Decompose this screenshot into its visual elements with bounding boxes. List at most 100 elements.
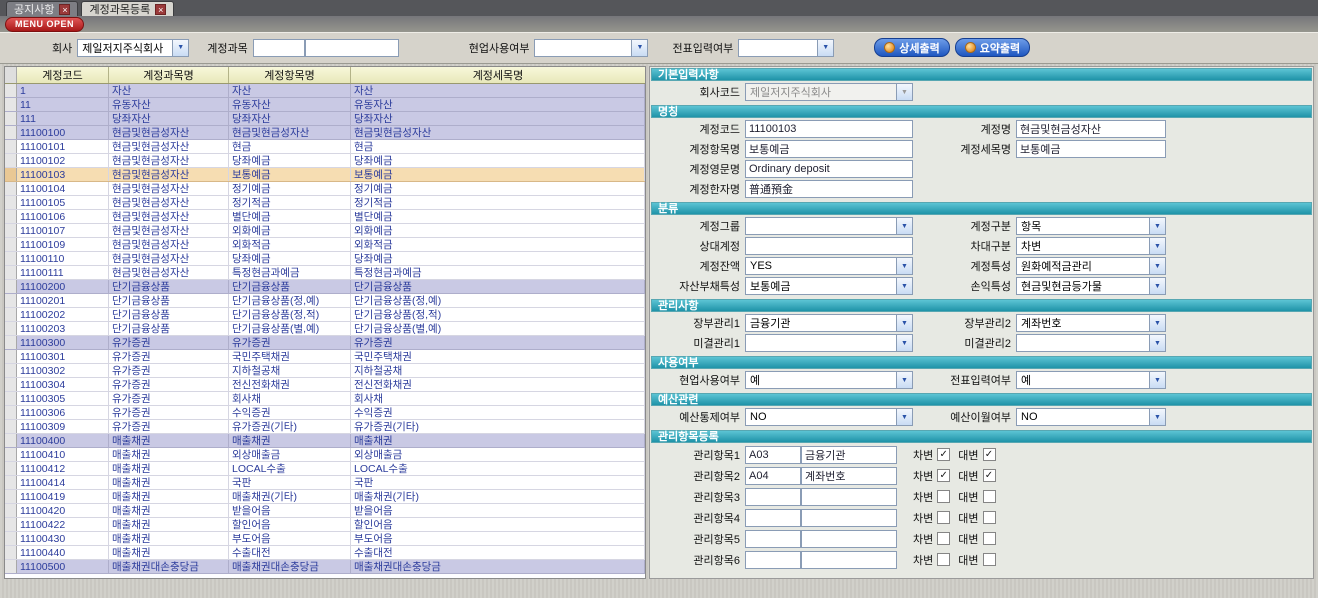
debit-checkbox[interactable] — [937, 553, 950, 566]
table-row[interactable]: 11100422매출채권할인어음할인어음 — [5, 518, 645, 532]
row-selector[interactable] — [5, 476, 17, 489]
table-row[interactable]: 11100440매출채권수출대전수출대전 — [5, 546, 645, 560]
table-row[interactable]: 111당좌자산당좌자산당좌자산 — [5, 112, 645, 126]
item-code-input[interactable]: A04 — [745, 467, 801, 485]
row-selector[interactable] — [5, 84, 17, 97]
row-selector[interactable] — [5, 210, 17, 223]
row-selector[interactable] — [5, 252, 17, 265]
row-selector[interactable] — [5, 434, 17, 447]
row-selector[interactable] — [5, 518, 17, 531]
item-name-input[interactable] — [801, 488, 897, 506]
row-selector[interactable] — [5, 532, 17, 545]
table-row[interactable]: 11100414매출채권국판국판 — [5, 476, 645, 490]
row-selector[interactable] — [5, 140, 17, 153]
close-icon[interactable]: × — [59, 4, 70, 15]
table-row[interactable]: 11100107현금및현금성자산외화예금외화예금 — [5, 224, 645, 238]
row-selector[interactable] — [5, 322, 17, 335]
table-row[interactable]: 11100102현금및현금성자산당좌예금당좌예금 — [5, 154, 645, 168]
menu-open-button[interactable]: MENU OPEN — [5, 17, 84, 32]
account-detail-field[interactable]: 보통예금 — [1016, 140, 1166, 158]
account-name-input[interactable] — [305, 39, 399, 57]
item-name-input[interactable] — [801, 530, 897, 548]
credit-checkbox[interactable] — [983, 532, 996, 545]
account-name-field[interactable]: 현금및현금성자산 — [1016, 120, 1166, 138]
credit-checkbox[interactable] — [983, 553, 996, 566]
field-장부관리1[interactable]: 금융기관▼ — [745, 314, 913, 332]
table-row[interactable]: 11100103현금및현금성자산보통예금보통예금 — [5, 168, 645, 182]
field-현업사용여부[interactable]: 예▼ — [745, 371, 913, 389]
row-selector[interactable] — [5, 168, 17, 181]
tab-account-register[interactable]: 계정과목등록 × — [81, 1, 174, 16]
field-계정잔액[interactable]: YES▼ — [745, 257, 913, 275]
table-row[interactable]: 11100104현금및현금성자산정기예금정기예금 — [5, 182, 645, 196]
row-selector[interactable] — [5, 266, 17, 279]
table-row[interactable]: 11100410매출채권외상매출금외상매출금 — [5, 448, 645, 462]
item-code-input[interactable]: A03 — [745, 446, 801, 464]
field-미결관리2[interactable]: ▼ — [1016, 334, 1166, 352]
table-row[interactable]: 11100305유가증권회사채회사채 — [5, 392, 645, 406]
table-row[interactable]: 11100419매출채권매출채권(기타)매출채권(기타) — [5, 490, 645, 504]
summary-print-button[interactable]: 요약출력 — [955, 38, 1030, 57]
field-손익특성[interactable]: 현금및현금등가물▼ — [1016, 277, 1166, 295]
row-selector[interactable] — [5, 392, 17, 405]
row-selector[interactable] — [5, 294, 17, 307]
table-row[interactable]: 11100109현금및현금성자산외화적금외화적금 — [5, 238, 645, 252]
item-name-input[interactable] — [801, 551, 897, 569]
item-code-input[interactable] — [745, 509, 801, 527]
field-미결관리1[interactable]: ▼ — [745, 334, 913, 352]
debit-checkbox[interactable]: ✓ — [937, 469, 950, 482]
tab-notice[interactable]: 공지사항 × — [6, 1, 78, 16]
table-row[interactable]: 11100304유가증권전신전화채권전신전화채권 — [5, 378, 645, 392]
row-selector[interactable] — [5, 126, 17, 139]
company-select[interactable]: 제일저지주식회사 ▼ — [77, 39, 189, 57]
row-selector[interactable] — [5, 560, 17, 573]
field-예산통제여부[interactable]: NO▼ — [745, 408, 913, 426]
account-hanja-field[interactable]: 普通預金 — [745, 180, 913, 198]
table-row[interactable]: 11100301유가증권국민주택채권국민주택채권 — [5, 350, 645, 364]
field-자산부채특성[interactable]: 보통예금▼ — [745, 277, 913, 295]
table-row[interactable]: 11100110현금및현금성자산당좌예금당좌예금 — [5, 252, 645, 266]
item-name-input[interactable]: 계좌번호 — [801, 467, 897, 485]
close-icon[interactable]: × — [155, 4, 166, 15]
credit-checkbox[interactable]: ✓ — [983, 469, 996, 482]
company-code-select[interactable]: 제일저지주식회사 ▼ — [745, 83, 913, 101]
table-row[interactable]: 1자산자산자산 — [5, 84, 645, 98]
field-장부관리2[interactable]: 계좌번호▼ — [1016, 314, 1166, 332]
row-selector[interactable] — [5, 350, 17, 363]
table-row[interactable]: 11100300유가증권유가증권유가증권 — [5, 336, 645, 350]
account-english-field[interactable]: Ordinary deposit — [745, 160, 913, 178]
row-selector[interactable] — [5, 308, 17, 321]
table-row[interactable]: 11100105현금및현금성자산정기적금정기적금 — [5, 196, 645, 210]
row-selector[interactable] — [5, 448, 17, 461]
table-row[interactable]: 11유동자산유동자산유동자산 — [5, 98, 645, 112]
account-code-input[interactable] — [253, 39, 305, 57]
table-row[interactable]: 11100309유가증권유가증권(기타)유가증권(기타) — [5, 420, 645, 434]
row-selector[interactable] — [5, 406, 17, 419]
credit-checkbox[interactable] — [983, 490, 996, 503]
field-차대구분[interactable]: 차변▼ — [1016, 237, 1166, 255]
table-row[interactable]: 11100430매출채권부도어음부도어음 — [5, 532, 645, 546]
table-row[interactable]: 11100400매출채권매출채권매출채권 — [5, 434, 645, 448]
table-row[interactable]: 11100420매출채권받을어음받을어음 — [5, 504, 645, 518]
item-code-input[interactable] — [745, 488, 801, 506]
row-selector[interactable] — [5, 364, 17, 377]
slip-entry-select[interactable]: ▼ — [738, 39, 834, 57]
credit-checkbox[interactable]: ✓ — [983, 448, 996, 461]
table-row[interactable]: 11100100현금및현금성자산현금및현금성자산현금및현금성자산 — [5, 126, 645, 140]
row-selector[interactable] — [5, 462, 17, 475]
table-row[interactable]: 11100201단기금융상품단기금융상품(정,예)단기금융상품(정,예) — [5, 294, 645, 308]
table-row[interactable]: 11100202단기금융상품단기금융상품(정,적)단기금융상품(정,적) — [5, 308, 645, 322]
table-row[interactable]: 11100203단기금융상품단기금융상품(별,예)단기금융상품(별,예) — [5, 322, 645, 336]
debit-checkbox[interactable] — [937, 511, 950, 524]
row-selector[interactable] — [5, 546, 17, 559]
item-code-input[interactable] — [745, 551, 801, 569]
row-selector[interactable] — [5, 378, 17, 391]
table-row[interactable]: 11100302유가증권지하철공채지하철공채 — [5, 364, 645, 378]
table-row[interactable]: 11100412매출채권LOCAL수출LOCAL수출 — [5, 462, 645, 476]
table-row[interactable]: 11100111현금및현금성자산특정현금과예금특정현금과예금 — [5, 266, 645, 280]
item-name-input[interactable] — [801, 509, 897, 527]
field-계정구분[interactable]: 항목▼ — [1016, 217, 1166, 235]
row-selector[interactable] — [5, 280, 17, 293]
row-selector[interactable] — [5, 98, 17, 111]
row-selector[interactable] — [5, 504, 17, 517]
